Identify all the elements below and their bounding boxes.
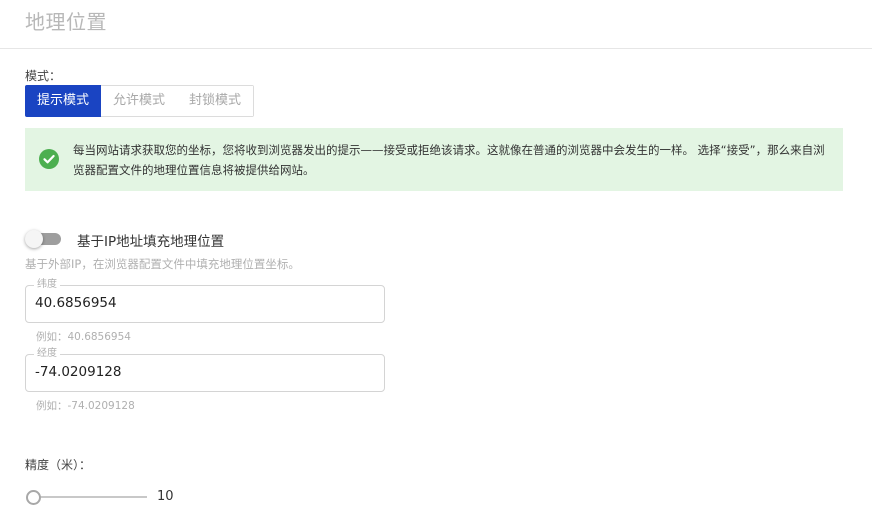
longitude-hint: 例如：-74.0209128 [36,400,135,412]
latitude-hint: 例如：40.6856954 [36,331,131,343]
accuracy-slider[interactable] [25,489,147,505]
longitude-field: 经度 [25,348,385,392]
check-circle-icon [39,149,59,169]
longitude-legend: 经度 [34,348,60,360]
accuracy-label: 精度（米）： [25,458,92,472]
info-alert: 每当网站请求获取您的坐标，您将收到浏览器发出的提示——接受或拒绝该请求。这就像在… [25,128,843,191]
geolocation-settings-page: 地理位置 模式： 提示模式 允许模式 封锁模式 每当网站请求获取您的坐标，您将收… [0,0,872,524]
latitude-legend: 纬度 [34,279,60,291]
mode-option-prompt[interactable]: 提示模式 [25,85,102,117]
mode-option-allow[interactable]: 允许模式 [101,86,178,116]
slider-thumb[interactable] [26,490,41,505]
info-text: 每当网站请求获取您的坐标，您将收到浏览器发出的提示——接受或拒绝该请求。这就像在… [73,143,825,177]
longitude-input[interactable] [35,364,365,380]
ip-geolocation-toggle[interactable] [25,230,61,248]
ip-toggle-label: 基于IP地址填充地理位置 [77,234,225,250]
latitude-field: 纬度 [25,279,385,323]
accuracy-value: 10 [157,489,174,504]
latitude-input[interactable] [35,295,365,311]
header-divider [0,48,872,49]
page-title: 地理位置 [25,10,107,34]
ip-toggle-description: 基于外部IP，在浏览器配置文件中填充地理位置坐标。 [25,257,300,271]
mode-option-block[interactable]: 封锁模式 [177,86,254,116]
mode-segmented-control: 提示模式 允许模式 封锁模式 [25,85,255,117]
slider-track [33,496,147,498]
mode-label: 模式： [25,69,62,83]
toggle-knob [25,230,43,248]
